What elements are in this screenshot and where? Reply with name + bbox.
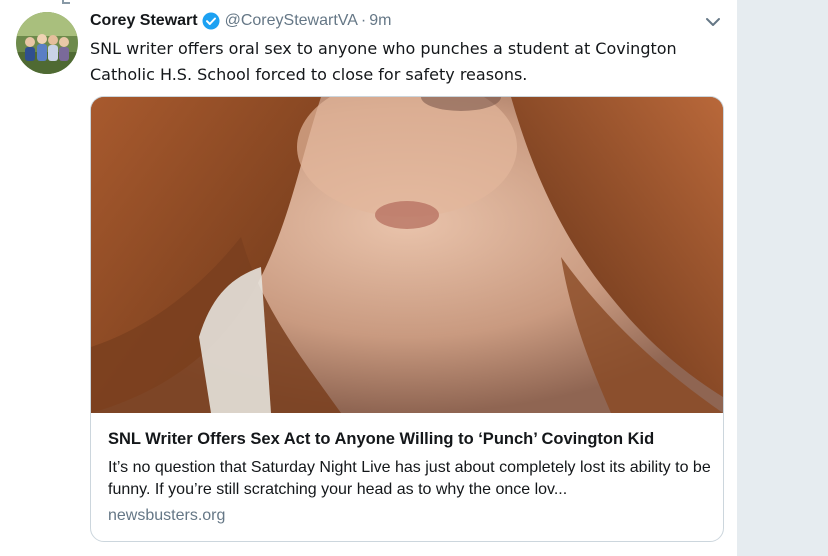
avatar-photo (16, 12, 78, 74)
verified-badge-icon (202, 12, 220, 30)
avatar[interactable] (16, 12, 78, 74)
author-name[interactable]: Corey Stewart (90, 12, 198, 30)
tweet-header: Corey Stewart @CoreyStewartVA · 9m (90, 10, 391, 32)
author-handle[interactable]: @CoreyStewartVA (225, 12, 358, 30)
thread-connector (62, 0, 70, 4)
card-domain: newsbusters.org (108, 507, 226, 524)
header-separator: · (360, 12, 367, 29)
card-title[interactable]: SNL Writer Offers Sex Act to Anyone Will… (108, 430, 654, 449)
chevron-down-icon[interactable] (704, 15, 722, 29)
link-preview-card[interactable]: SNL Writer Offers Sex Act to Anyone Will… (90, 96, 724, 542)
tweet-text: SNL writer offers oral sex to anyone who… (90, 39, 677, 84)
tweet-timestamp[interactable]: 9m (369, 12, 391, 30)
card-description: It’s no question that Saturday Night Liv… (108, 459, 711, 498)
card-image (91, 97, 723, 413)
tweet-container: Corey Stewart @CoreyStewartVA · 9m SNL w… (0, 0, 738, 556)
